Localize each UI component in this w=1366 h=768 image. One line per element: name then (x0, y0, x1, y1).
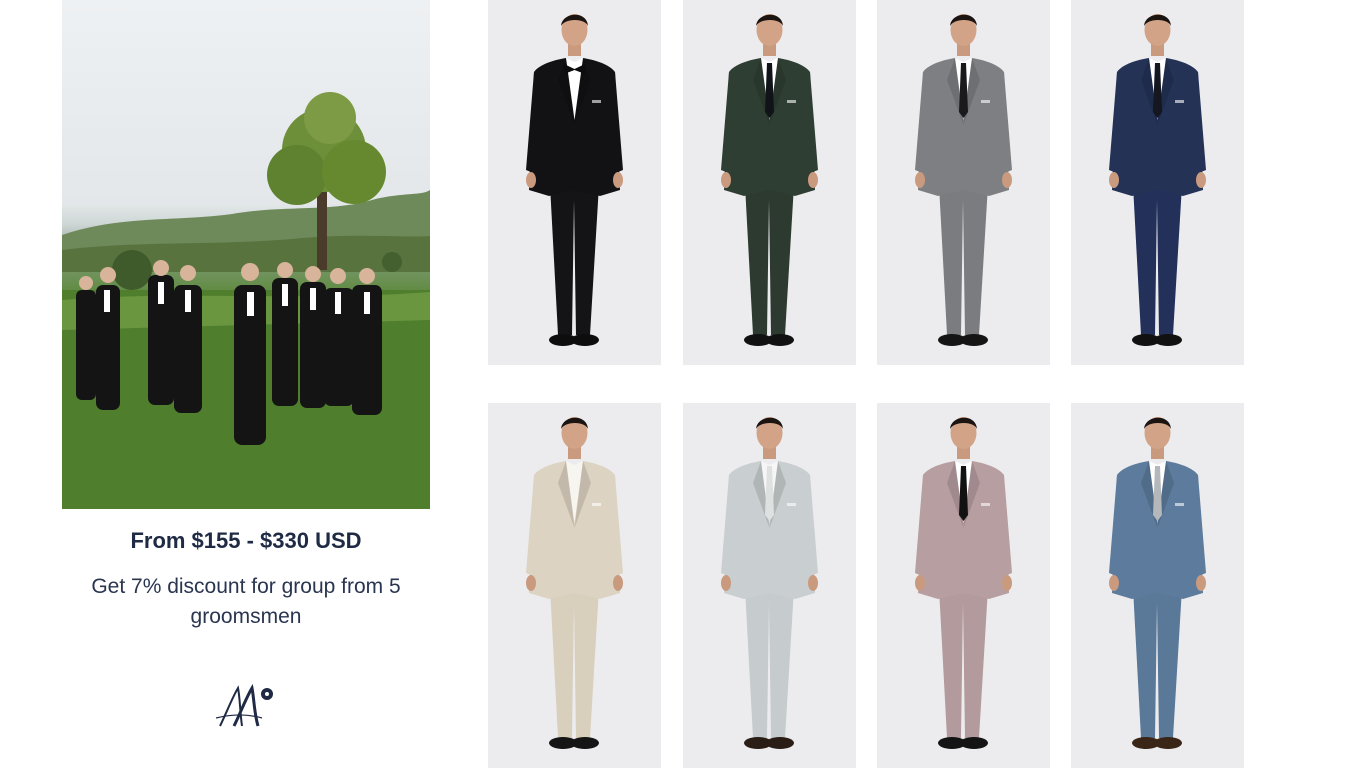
suit-card-grey[interactable] (877, 0, 1050, 365)
blue-three-piece-model-image (1109, 417, 1206, 749)
grey-suit-model-image (915, 14, 1012, 346)
suit-card-black-tuxedo[interactable] (488, 0, 661, 365)
navy-blue-suit-model-image (1109, 14, 1206, 346)
beige-linen-suit-model-image (526, 417, 623, 749)
hero-photo (62, 0, 430, 509)
dark-green-suit-model-image (721, 14, 818, 346)
brand-monogram-logo[interactable] (214, 683, 276, 732)
light-grey-suit-model-image (721, 417, 818, 749)
black-tuxedo-model-image (526, 14, 623, 346)
suit-card-navy-blue[interactable] (1071, 0, 1244, 365)
group-discount-text: Get 7% discount for group from 5 groomsm… (91, 575, 401, 628)
suit-card-blue-three-piece[interactable] (1071, 403, 1244, 768)
suit-card-light-grey[interactable] (683, 403, 856, 768)
suit-card-dark-green[interactable] (683, 0, 856, 365)
suit-card-beige-linen[interactable] (488, 403, 661, 768)
suit-card-dusty-pink[interactable] (877, 403, 1050, 768)
price-range: From $155 - $330 USD (130, 528, 362, 553)
dusty-pink-suit-model-image (915, 417, 1012, 749)
